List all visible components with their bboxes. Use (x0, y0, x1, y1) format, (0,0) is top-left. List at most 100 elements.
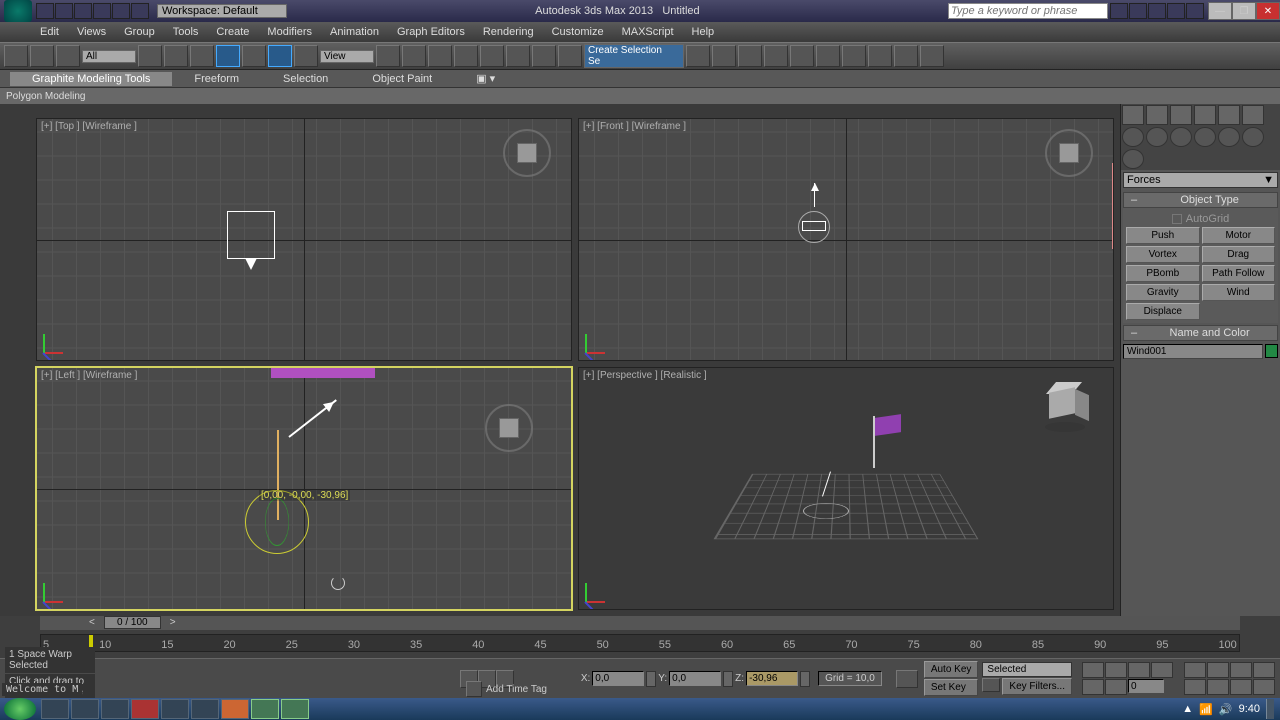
help-search-input[interactable] (948, 3, 1108, 19)
add-time-tag[interactable]: Add Time Tag (486, 684, 547, 695)
undo-icon[interactable] (93, 3, 111, 19)
spacewarps-cat-icon[interactable] (1242, 127, 1264, 147)
save-icon[interactable] (74, 3, 92, 19)
ribbon-minimize-icon[interactable]: ▣ ▾ (454, 71, 517, 86)
select-rotate-icon[interactable] (268, 45, 292, 67)
keymode-toggle-icon[interactable] (1105, 679, 1127, 695)
viewport-label-persp[interactable]: [+] [Perspective ] [Realistic ] (583, 370, 707, 381)
unlink-tool-icon[interactable] (30, 45, 54, 67)
motor-button[interactable]: Motor (1202, 227, 1276, 244)
category-dropdown[interactable]: Forces▼ (1123, 172, 1278, 188)
menu-create[interactable]: Create (216, 26, 249, 38)
mirror-icon[interactable] (686, 45, 710, 67)
ie-icon[interactable] (191, 699, 219, 719)
snap-toggle-icon[interactable] (454, 45, 478, 67)
ribbon-tab-graphite[interactable]: Graphite Modeling Tools (10, 72, 172, 86)
percent-snap-icon[interactable] (506, 45, 530, 67)
orbit-icon[interactable] (1230, 679, 1252, 695)
angle-snap-icon[interactable] (480, 45, 504, 67)
cameras-cat-icon[interactable] (1194, 127, 1216, 147)
maximize-button[interactable]: ❐ (1232, 2, 1256, 20)
setkey-button[interactable]: Set Key (924, 679, 979, 696)
pbomb-button[interactable]: PBomb (1126, 265, 1200, 282)
x-spinner[interactable] (646, 671, 656, 687)
current-frame-input[interactable] (1128, 679, 1164, 693)
schematic-view-icon[interactable] (790, 45, 814, 67)
scene-flag-object[interactable] (873, 416, 875, 468)
utilities-tab-icon[interactable] (1242, 105, 1264, 125)
render-iterative-icon[interactable] (920, 45, 944, 67)
menu-animation[interactable]: Animation (330, 26, 379, 38)
menu-help[interactable]: Help (692, 26, 715, 38)
edit-named-sel-icon[interactable] (558, 45, 582, 67)
scene-wind-object[interactable] (227, 211, 275, 259)
autogrid-checkbox[interactable] (1172, 214, 1182, 224)
media-icon[interactable] (101, 699, 129, 719)
infocenter-icon[interactable] (1110, 3, 1128, 19)
viewcube-top[interactable] (503, 129, 551, 177)
ribbon-tab-selection[interactable]: Selection (261, 72, 350, 86)
hierarchy-tab-icon[interactable] (1170, 105, 1192, 125)
viewport-perspective[interactable]: [+] [Perspective ] [Realistic ] (578, 367, 1114, 610)
viewcube-front[interactable] (1045, 129, 1093, 177)
menu-grapheditors[interactable]: Graph Editors (397, 26, 465, 38)
y-spinner[interactable] (723, 671, 733, 687)
z-spinner[interactable] (800, 671, 810, 687)
app-menu-icon[interactable] (4, 0, 32, 22)
render-frame-icon[interactable] (868, 45, 892, 67)
time-slider[interactable]: 0 / 100 (104, 616, 161, 629)
displace-button[interactable]: Displace (1126, 303, 1200, 320)
scene-wind-object[interactable] (803, 493, 849, 529)
next-frame-icon[interactable] (1151, 662, 1173, 678)
helpers-cat-icon[interactable] (1218, 127, 1240, 147)
comm-center-icon[interactable] (466, 681, 482, 697)
keyboard-shortcut-icon[interactable] (428, 45, 452, 67)
create-tab-icon[interactable] (1122, 105, 1144, 125)
zoom-extents-all-icon[interactable] (1253, 662, 1275, 678)
zoom-region-icon[interactable] (1184, 679, 1206, 695)
ref-coord-dropdown[interactable]: View (320, 50, 374, 63)
select-object-icon[interactable] (138, 45, 162, 67)
modify-tab-icon[interactable] (1146, 105, 1168, 125)
link-tool-icon[interactable] (4, 45, 28, 67)
material-editor-icon[interactable] (816, 45, 840, 67)
select-scale-icon[interactable] (294, 45, 318, 67)
show-desktop-button[interactable] (1266, 699, 1274, 719)
redo-icon[interactable] (112, 3, 130, 19)
render-setup-icon[interactable] (842, 45, 866, 67)
pathfollow-button[interactable]: Path Follow (1202, 265, 1276, 282)
menu-tools[interactable]: Tools (173, 26, 199, 38)
select-move2-icon[interactable] (242, 45, 266, 67)
motion-tab-icon[interactable] (1194, 105, 1216, 125)
curve-editor-icon[interactable] (764, 45, 788, 67)
gravity-button[interactable]: Gravity (1126, 284, 1200, 301)
start-button[interactable] (4, 698, 36, 720)
open-icon[interactable] (55, 3, 73, 19)
drag-button[interactable]: Drag (1202, 246, 1276, 263)
viewcube-persp[interactable] (1039, 382, 1091, 434)
layers-icon[interactable] (738, 45, 762, 67)
play-icon[interactable] (1128, 662, 1150, 678)
goto-end-icon[interactable] (1082, 679, 1104, 695)
menu-views[interactable]: Views (77, 26, 106, 38)
push-button[interactable]: Push (1126, 227, 1200, 244)
pan-icon[interactable] (1207, 679, 1229, 695)
tray-flag-icon[interactable]: ▲ (1182, 703, 1193, 715)
ribbon-tab-freeform[interactable]: Freeform (172, 72, 261, 86)
explorer-icon[interactable] (41, 699, 69, 719)
zoom-all-icon[interactable] (1207, 662, 1229, 678)
workspace-dropdown[interactable]: Workspace: Default (157, 4, 287, 18)
subscription-icon[interactable] (1129, 3, 1147, 19)
goto-start-icon[interactable] (1082, 662, 1104, 678)
y-coord-input[interactable] (669, 671, 721, 686)
x-coord-input[interactable] (592, 671, 644, 686)
new-icon[interactable] (36, 3, 54, 19)
select-region-icon[interactable] (190, 45, 214, 67)
lights-cat-icon[interactable] (1170, 127, 1192, 147)
prev-frame-icon[interactable] (1105, 662, 1127, 678)
opera-icon[interactable] (131, 699, 159, 719)
viewport-front[interactable]: [+] [Front ] [Wireframe ] (578, 118, 1114, 361)
keymode-dropdown[interactable]: Selected (982, 662, 1072, 677)
zoom-extents-icon[interactable] (1230, 662, 1252, 678)
tray-network-icon[interactable]: 📶 (1199, 703, 1213, 716)
